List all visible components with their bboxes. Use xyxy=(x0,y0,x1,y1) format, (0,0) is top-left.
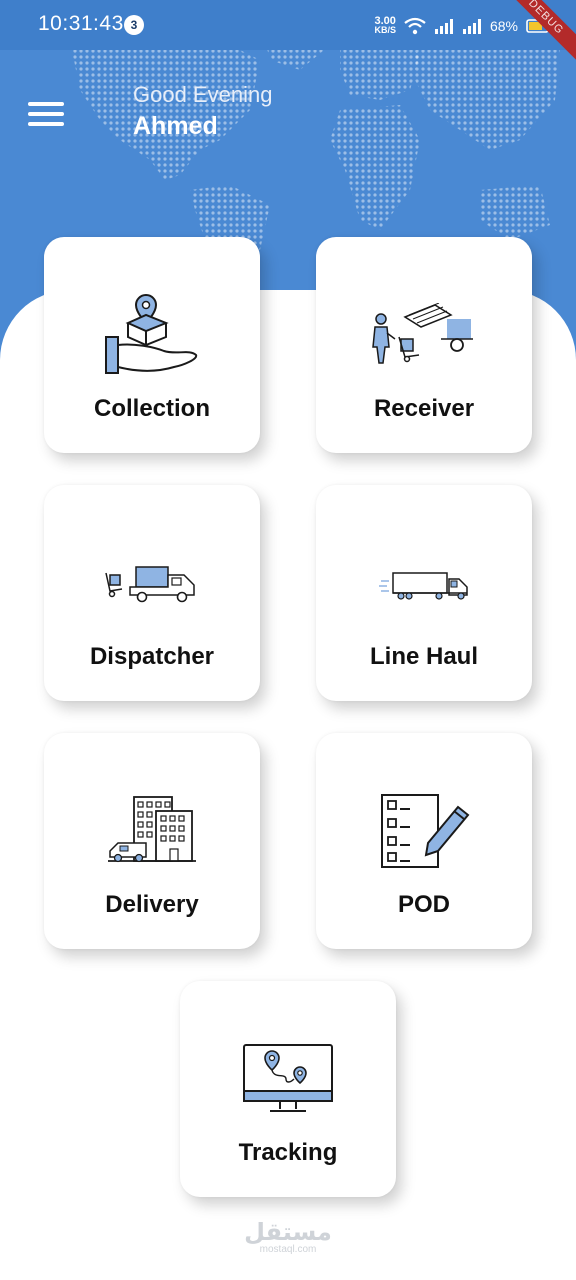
receiver-icon xyxy=(372,303,473,364)
user-name: Ahmed xyxy=(133,112,218,140)
status-time: 10:31:43 xyxy=(38,12,124,35)
collection-card[interactable]: Collection xyxy=(44,237,260,453)
pod-card[interactable]: POD xyxy=(316,733,532,949)
delivery-label: Delivery xyxy=(105,891,199,918)
dispatcher-card[interactable]: Dispatcher xyxy=(44,485,260,701)
status-indicators: 3.00 KB/S 68% xyxy=(374,14,552,38)
delivery-card[interactable]: Delivery xyxy=(44,733,260,949)
receiver-label: Receiver xyxy=(373,395,475,422)
pod-label: POD xyxy=(397,891,450,918)
hamburger-menu-button[interactable] xyxy=(28,100,64,128)
pod-checklist-icon xyxy=(381,794,470,868)
delivery-icon xyxy=(108,796,196,863)
line-haul-card[interactable]: Line Haul xyxy=(316,485,532,701)
dispatcher-label: Dispatcher xyxy=(89,643,215,670)
menu-bar-bottom xyxy=(28,122,64,126)
network-speed-unit: KB/S xyxy=(374,25,396,35)
wifi-icon xyxy=(404,17,426,35)
battery-percentage: 68% xyxy=(489,18,518,34)
mostaql-watermark: مستقل mostaql.com xyxy=(0,1219,576,1256)
collection-icon xyxy=(105,293,198,374)
tracking-card[interactable]: Tracking xyxy=(180,981,396,1197)
notification-count-badge: 3 xyxy=(124,15,144,35)
signal-icon-2 xyxy=(462,19,481,34)
line-haul-label: Line Haul xyxy=(369,643,478,670)
menu-bar-top xyxy=(28,102,64,106)
watermark-arabic-text: مستقل xyxy=(244,1219,332,1246)
dispatcher-icon xyxy=(105,566,195,603)
menu-bar-middle xyxy=(28,112,64,116)
tracking-label: Tracking xyxy=(238,1139,338,1166)
watermark-latin-text: mostaql.com xyxy=(259,1244,317,1255)
status-bar: 10:31:43 3 3.00 KB/S 68% xyxy=(0,0,576,50)
collection-label: Collection xyxy=(93,395,210,422)
line-haul-truck-icon xyxy=(379,572,468,600)
signal-icon-1 xyxy=(434,19,453,34)
receiver-card[interactable]: Receiver xyxy=(316,237,532,453)
network-speed: 3.00 KB/S xyxy=(374,16,396,35)
greeting-text: Good Evening xyxy=(133,82,273,107)
tracking-monitor-icon xyxy=(243,1044,333,1112)
